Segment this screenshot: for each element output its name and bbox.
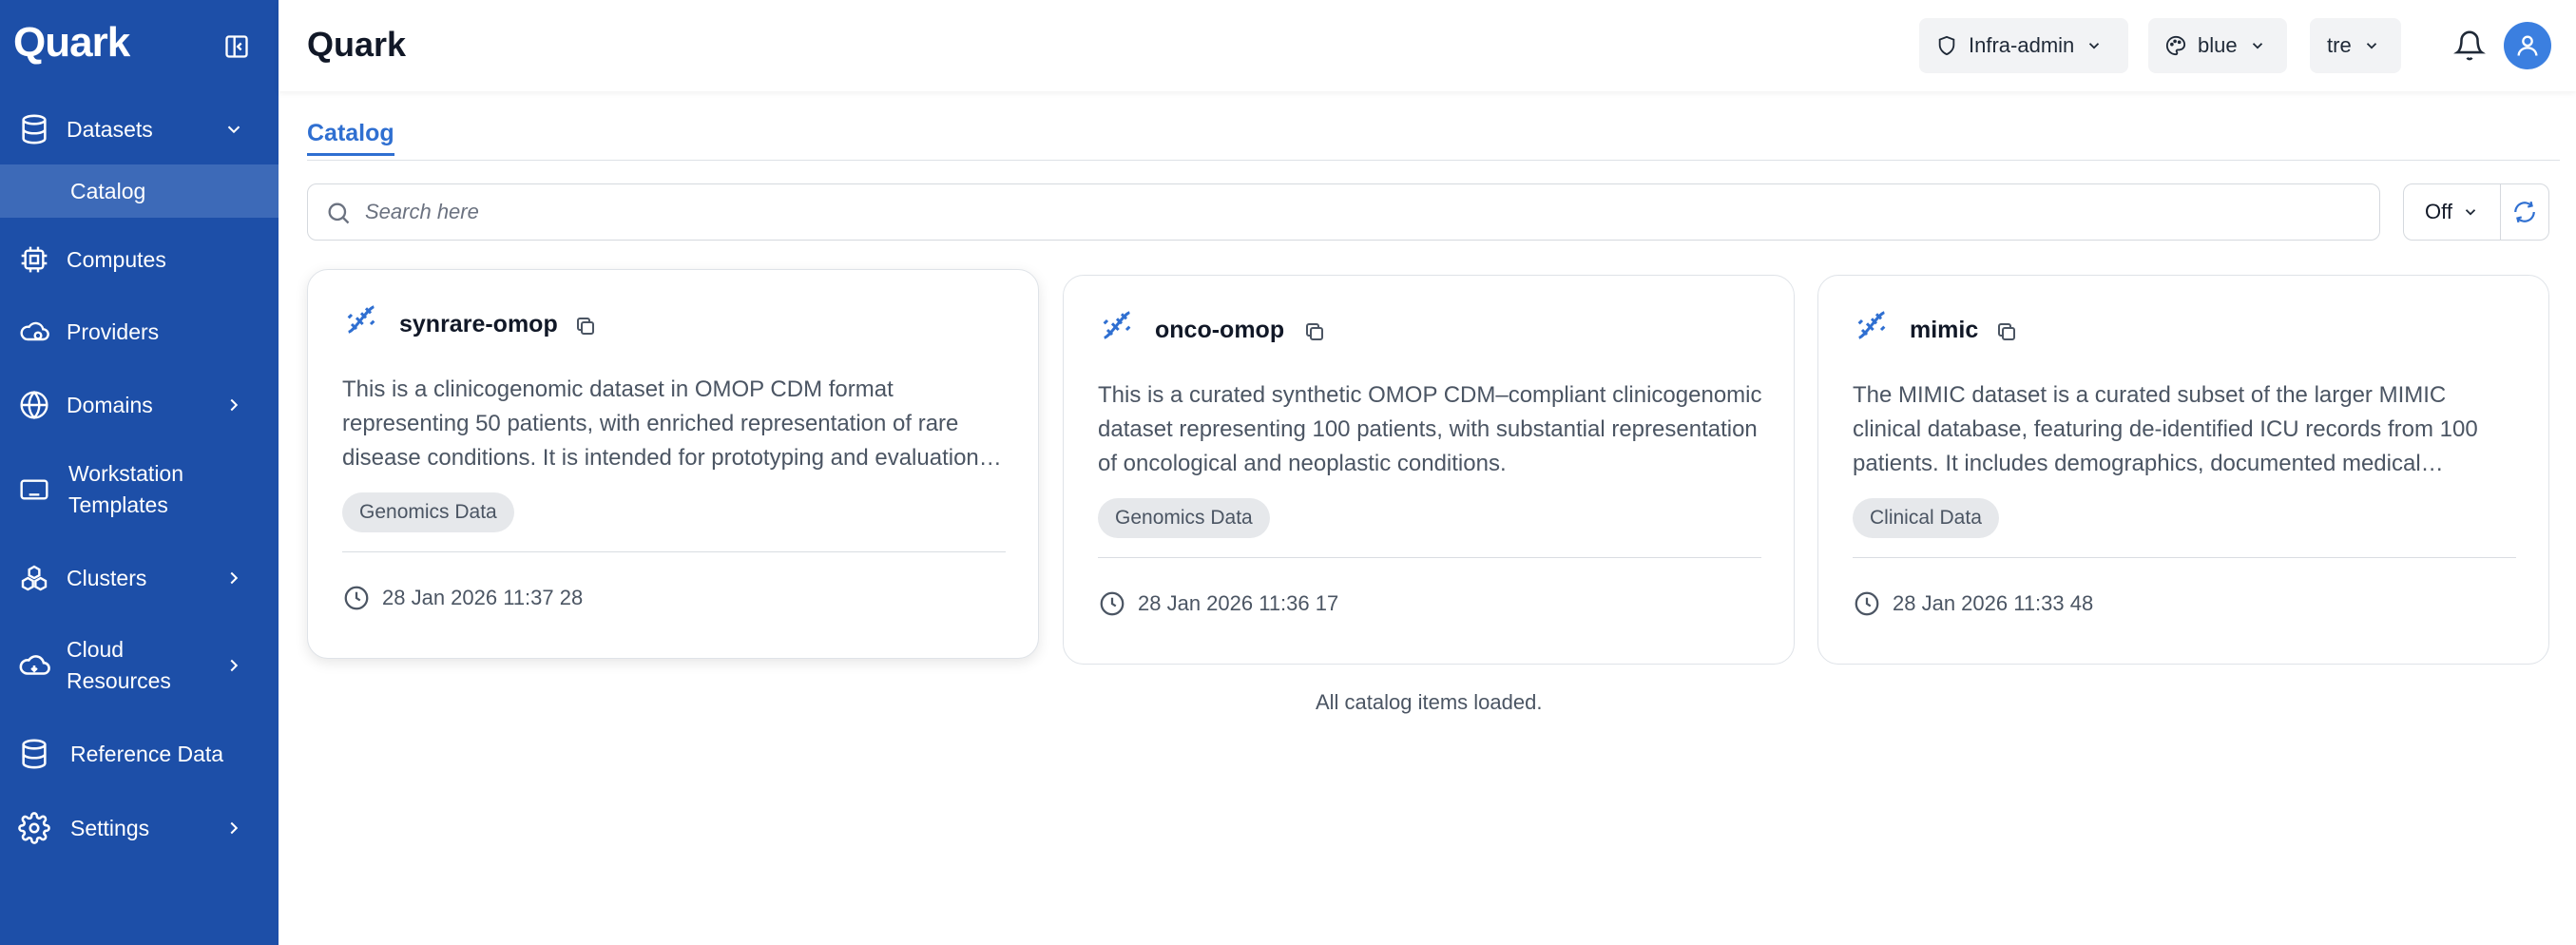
sidebar-item-label: Settings — [70, 815, 150, 840]
card-date: 28 Jan 2026 11:36 17 — [1098, 589, 1338, 618]
notifications-button[interactable] — [2449, 25, 2490, 67]
dna-icon — [1103, 311, 1131, 339]
card-date-text: 28 Jan 2026 11:36 17 — [1138, 591, 1339, 615]
chevron-down-icon — [2089, 43, 2100, 49]
top-header: Quark Infra-admin blue tre — [279, 0, 2576, 91]
sidebar-item-datasets[interactable]: Datasets — [0, 110, 279, 148]
clock-icon — [344, 586, 369, 610]
card-title: onco-omop — [1155, 317, 1285, 343]
keyboard-icon — [17, 472, 51, 507]
sidebar-item-settings[interactable]: Settings — [0, 809, 279, 847]
sidebar-item-label: Reference Data — [70, 741, 224, 766]
sidebar-toggle-icon — [225, 35, 248, 58]
sidebar-item-label: Computes — [67, 246, 166, 272]
sidebar-item-clusters[interactable]: Clusters — [0, 559, 279, 597]
dna-icon — [347, 305, 375, 334]
card-description: This is a curated synthetic OMOP CDM–com… — [1098, 382, 1762, 476]
sidebar-item-providers[interactable]: Providers — [0, 313, 279, 351]
card-divider — [1098, 557, 1761, 558]
chevron-right-icon — [221, 815, 247, 841]
sidebar-item-label: Providers — [67, 318, 160, 344]
dna-icon — [1857, 311, 1886, 339]
chevron-right-icon — [221, 565, 247, 591]
sidebar-item-label: Domains — [67, 392, 153, 417]
dataset-card[interactable]: mimic The MIMIC dataset is a curated sub… — [1817, 275, 2549, 665]
chevron-right-icon — [221, 392, 247, 418]
sidebar-item-cloud-resources[interactable]: Cloud Resources — [0, 632, 279, 699]
sidebar-item-label: Catalog — [70, 178, 146, 203]
sidebar-item-label: Datasets — [67, 116, 153, 142]
sidebar-item-workstation-templates[interactable]: Workstation Templates — [0, 456, 279, 523]
bell-icon — [2453, 30, 2486, 61]
role-dropdown[interactable]: Infra-admin — [1919, 18, 2128, 73]
tenant-label: tre — [2327, 33, 2352, 57]
chevron-down-icon — [2366, 43, 2376, 49]
theme-dropdown[interactable]: blue — [2148, 18, 2287, 73]
cloud-icon — [17, 648, 51, 683]
clock-icon — [1100, 591, 1125, 616]
copy-icon[interactable] — [572, 313, 599, 339]
dataset-card[interactable]: synrare-omop This is a clinicogenomic da… — [307, 269, 1039, 659]
search-input[interactable] — [365, 184, 2361, 240]
theme-label: blue — [2198, 33, 2238, 57]
chevron-down-icon — [221, 116, 247, 143]
refresh-button[interactable] — [2501, 184, 2548, 240]
card-divider — [342, 551, 1006, 552]
chevron-down-icon — [2465, 209, 2476, 216]
tab-catalog[interactable]: Catalog — [307, 120, 394, 156]
sidebar: Quark Datasets Catalog Computes Provider… — [0, 0, 279, 945]
clock-icon — [1855, 591, 1879, 616]
dataset-card[interactable]: onco-omop This is a curated synthetic OM… — [1063, 275, 1795, 665]
tenant-dropdown[interactable]: tre — [2310, 18, 2401, 73]
sidebar-collapse-button[interactable] — [222, 32, 251, 61]
palette-icon — [2165, 35, 2186, 56]
sidebar-item-catalog[interactable]: Catalog — [0, 164, 279, 218]
filter-group: Off — [2403, 183, 2549, 241]
sidebar-item-label: Clusters — [67, 565, 147, 590]
auto-refresh-dropdown[interactable]: Off — [2404, 184, 2501, 240]
copy-icon[interactable] — [1993, 318, 2020, 345]
search-box — [307, 183, 2380, 241]
card-description: This is a clinicogenomic dataset in OMOP… — [342, 376, 1005, 471]
database-icon — [17, 112, 51, 146]
refresh-icon — [2514, 201, 2535, 223]
page-title: Quark — [307, 25, 407, 64]
card-date-text: 28 Jan 2026 11:37 28 — [382, 586, 584, 609]
sidebar-item-reference-data[interactable]: Reference Data — [0, 735, 279, 773]
card-date: 28 Jan 2026 11:33 48 — [1853, 589, 2093, 618]
card-title: mimic — [1910, 317, 1979, 343]
chevron-down-icon — [2252, 43, 2262, 49]
sidebar-item-label: Workstation Templates — [68, 461, 184, 517]
sidebar-item-computes[interactable]: Computes — [0, 241, 279, 279]
globe-icon — [17, 388, 51, 422]
auto-refresh-value: Off — [2425, 200, 2452, 223]
gear-icon — [17, 811, 51, 845]
search-icon — [328, 202, 350, 224]
role-label: Infra-admin — [1969, 33, 2075, 57]
card-date: 28 Jan 2026 11:37 28 — [342, 584, 583, 612]
card-description: The MIMIC dataset is a curated subset of… — [1853, 382, 2478, 476]
copy-icon[interactable] — [1301, 318, 1328, 345]
cpu-icon — [17, 242, 51, 277]
card-divider — [1853, 557, 2516, 558]
sidebar-item-domains[interactable]: Domains — [0, 386, 279, 424]
chevron-right-icon — [221, 652, 247, 679]
provider-icon — [17, 315, 51, 349]
card-date-text: 28 Jan 2026 11:33 48 — [1893, 591, 2094, 615]
card-tag: Clinical Data — [1853, 498, 1999, 538]
clusters-icon — [17, 561, 51, 595]
load-status: All catalog items loaded. — [1316, 690, 1543, 714]
user-avatar[interactable] — [2504, 22, 2551, 69]
tab-divider — [307, 160, 2560, 161]
card-tag: Genomics Data — [342, 492, 514, 532]
card-title: synrare-omop — [399, 311, 558, 338]
shield-icon — [1938, 35, 1955, 56]
sidebar-item-label: Cloud Resources — [67, 637, 171, 693]
brand-logo: Quark — [13, 19, 130, 66]
database-icon — [17, 737, 51, 771]
card-tag: Genomics Data — [1098, 498, 1270, 538]
user-icon — [2517, 35, 2538, 56]
